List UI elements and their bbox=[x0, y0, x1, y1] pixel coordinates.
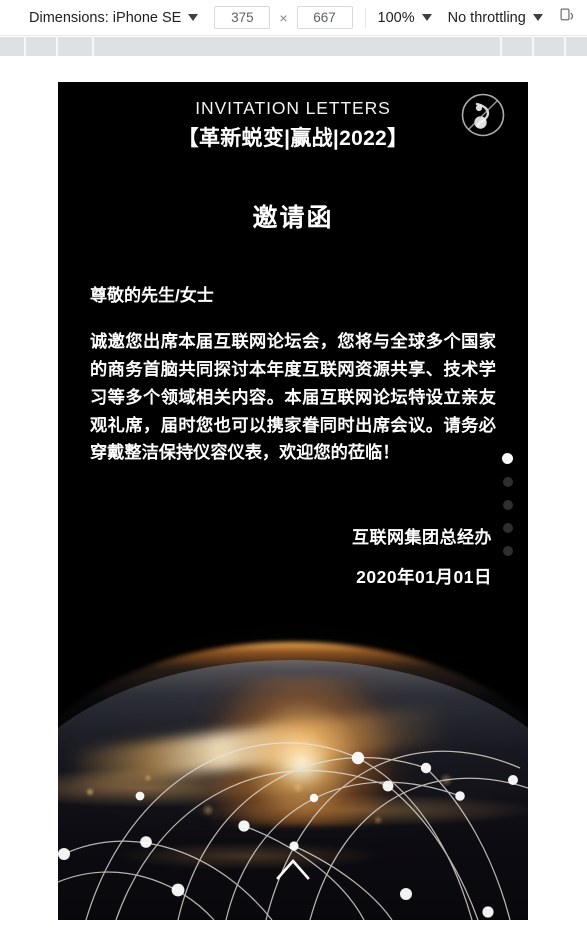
letter-header: INVITATION LETTERS 【革新蜕变|赢战|2022】 bbox=[88, 98, 498, 152]
device-selector[interactable]: Dimensions: iPhone SE bbox=[0, 9, 199, 26]
emulated-device-viewport[interactable]: INVITATION LETTERS 【革新蜕变|赢战|2022】 邀请函 尊敬… bbox=[58, 82, 528, 920]
zoom-selector[interactable]: 100% bbox=[378, 10, 432, 26]
ruler-tick bbox=[56, 37, 58, 56]
circular-brand-logo-icon bbox=[460, 92, 506, 138]
signature-organization: 互联网集团总经办 bbox=[352, 528, 492, 548]
throttling-selector[interactable]: No throttling bbox=[448, 10, 543, 26]
letter-body: 诚邀您出席本届互联网论坛会，您将与全球多个国家的商务首脑共同探讨本年度互联网资源… bbox=[90, 331, 496, 463]
invitation-letter-content: INVITATION LETTERS 【革新蜕变|赢战|2022】 邀请函 尊敬… bbox=[58, 82, 528, 589]
viewport-ruler[interactable] bbox=[0, 37, 587, 56]
toolbar-divider-1 bbox=[364, 7, 366, 28]
signature-date: 2020年01月01日 bbox=[356, 567, 492, 588]
viewport-height-input[interactable] bbox=[296, 6, 353, 29]
letter-headline: 【革新蜕变|赢战|2022】 bbox=[177, 127, 409, 150]
letter-signature: 互联网集团总经办 2020年01月01日 bbox=[88, 523, 498, 589]
chevron-down-icon[interactable] bbox=[188, 14, 199, 21]
page-title: 邀请函 bbox=[252, 204, 334, 232]
dimension-multiply-symbol: × bbox=[279, 9, 288, 26]
rotate-device-icon[interactable] bbox=[559, 7, 576, 29]
pagination-dot-2[interactable] bbox=[502, 477, 513, 487]
ruler-tick bbox=[564, 37, 566, 56]
letter-salutation: 尊敬的先生/女士 bbox=[90, 286, 214, 305]
pagination-dot-4[interactable] bbox=[502, 523, 513, 533]
ruler-tick bbox=[24, 37, 26, 56]
chevron-down-icon[interactable] bbox=[532, 14, 543, 21]
pagination-dot-3[interactable] bbox=[502, 500, 513, 510]
chevron-up-icon[interactable] bbox=[274, 856, 312, 882]
pagination-dot-5[interactable] bbox=[502, 546, 513, 556]
chevron-down-icon[interactable] bbox=[421, 14, 432, 21]
throttling-label: No throttling bbox=[447, 9, 526, 26]
ruler-tick bbox=[532, 37, 534, 56]
device-selector-label: Dimensions: iPhone SE bbox=[29, 9, 182, 26]
pagination-dot-1[interactable] bbox=[502, 453, 513, 464]
letter-kicker: INVITATION LETTERS bbox=[195, 98, 391, 118]
ruler-tick bbox=[500, 37, 502, 56]
zoom-level-label: 100% bbox=[377, 9, 415, 26]
devtools-device-toolbar: Dimensions: iPhone SE × 100% No throttli… bbox=[0, 0, 587, 36]
viewport-width-input[interactable] bbox=[214, 6, 271, 29]
pagination-dots[interactable] bbox=[502, 453, 513, 556]
ruler-tick bbox=[92, 37, 94, 56]
viewport-size-controls: × bbox=[214, 6, 353, 29]
